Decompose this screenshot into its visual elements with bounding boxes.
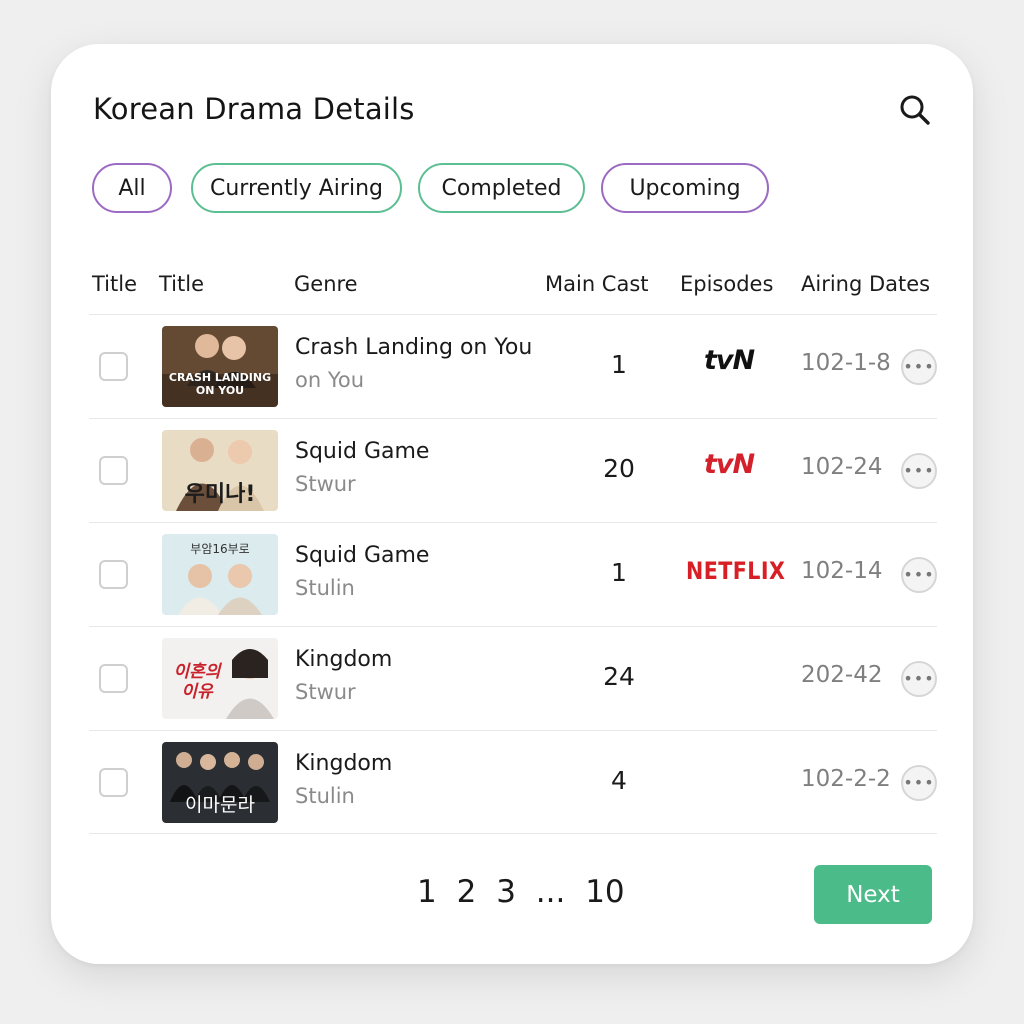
filter-completed[interactable]: Completed [418,163,585,213]
more-options-icon[interactable]: ••• [901,349,937,385]
episode-count: 4 [611,766,627,795]
page-link-10[interactable]: 10 [585,874,624,910]
row-checkbox[interactable] [99,352,128,381]
airing-dates: 102-14 [801,558,883,584]
drama-title: Squid Game [295,439,430,464]
drama-title: Kingdom [295,751,393,776]
page-link-2[interactable]: 2 [457,874,477,910]
airing-dates: 202-42 [801,662,883,688]
drama-genre: Stulin [295,784,355,808]
drama-title: Squid Game [295,543,430,568]
page-ellipsis: ... [535,874,566,910]
episode-count: 1 [611,350,627,379]
row-checkbox[interactable] [99,768,128,797]
drama-genre: on You [295,368,365,392]
episode-count: 1 [611,558,627,587]
drama-poster: 우미나! [162,430,278,511]
airing-dates: 102-24 [801,454,883,480]
episode-count: 20 [603,454,635,483]
filter-currently-airing[interactable]: Currently Airing [191,163,402,213]
filter-all[interactable]: All [92,163,172,213]
poster-title-text: 이마문라 [185,794,255,816]
table-row[interactable]: 부암16부로 Squid Game Stulin 1 NETFLIX 102-1… [89,522,937,626]
drama-genre: Stwur [295,680,356,704]
filter-upcoming[interactable]: Upcoming [601,163,769,213]
drama-details-card: Korean Drama Details All Currently Airin… [51,44,973,964]
poster-title-text: 우미나! [184,482,256,507]
next-button[interactable]: Next [814,865,932,924]
table-row[interactable]: 이혼의 이유 Kingdom Stwur 24 202-42 ••• [89,626,937,730]
page-link-1[interactable]: 1 [417,874,437,910]
network-logo: tvN [703,345,755,376]
column-header-episodes[interactable]: Episodes [680,272,773,296]
airing-dates: 102-2-2 [801,766,891,792]
drama-genre: Stwur [295,472,356,496]
row-checkbox[interactable] [99,664,128,693]
column-header-main-cast[interactable]: Main Cast [545,272,649,296]
poster-title-text: CRASH LANDING ON YOU [168,371,272,397]
poster-title-text: 부암16부로 [190,542,250,556]
more-options-icon[interactable]: ••• [901,661,937,697]
table-row[interactable]: CRASH LANDING ON YOU Crash Landing on Yo… [89,314,937,418]
more-options-icon[interactable]: ••• [901,557,937,593]
more-options-icon[interactable]: ••• [901,765,937,801]
table-row[interactable]: 우미나! Squid Game Stwur 20 tvN 102-24 ••• [89,418,937,522]
drama-poster: CRASH LANDING ON YOU [162,326,278,407]
table-header: Title Title Genre Main Cast Episodes Air… [51,264,973,304]
more-options-icon[interactable]: ••• [901,453,937,489]
episode-count: 24 [603,662,635,691]
table-row[interactable]: 이마문라 Kingdom Stulin 4 102-2-2 ••• [89,730,937,834]
drama-poster: 이마문라 [162,742,278,823]
column-header-select[interactable]: Title [92,272,137,296]
search-icon[interactable] [895,90,935,130]
page-link-3[interactable]: 3 [496,874,516,910]
pagination: 1 2 3 ... 10 [417,874,635,910]
drama-title: Crash Landing on You [295,335,533,360]
drama-poster: 이혼의 이유 [162,638,278,719]
column-header-genre[interactable]: Genre [294,272,358,296]
network-logo: tvN [703,449,755,480]
drama-genre: Stulin [295,576,355,600]
airing-dates: 102-1-8 [801,350,891,376]
column-header-airing-dates[interactable]: Airing Dates [801,272,930,296]
column-header-title[interactable]: Title [159,272,204,296]
page-title: Korean Drama Details [93,92,415,126]
drama-title: Kingdom [295,647,393,672]
poster-title-text: 이혼의 이유 [173,662,221,702]
network-logo: NETFLIX [686,557,786,585]
row-checkbox[interactable] [99,560,128,589]
row-checkbox[interactable] [99,456,128,485]
drama-poster: 부암16부로 [162,534,278,615]
